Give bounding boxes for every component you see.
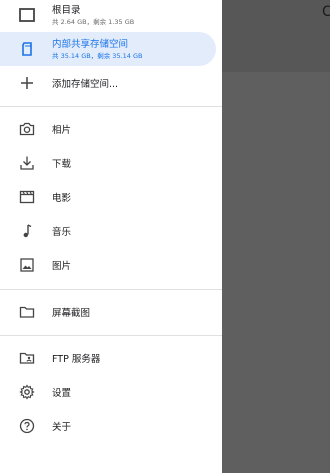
toolbar-behind-scrim (222, 0, 330, 72)
divider (0, 289, 222, 290)
nav-label: 电影 (52, 193, 72, 204)
gear-icon (18, 383, 36, 401)
nav-label: 设置 (52, 388, 72, 399)
storage-item-internal[interactable]: 内部共享存储空间 共 35.14 GB，剩余 35.14 GB (0, 32, 216, 66)
help-circle-icon (18, 417, 36, 435)
nav-item-screenshots[interactable]: 屏幕截图 (0, 295, 222, 329)
storage-usage: 共 2.64 GB，剩余 1.35 GB (52, 18, 135, 26)
nav-label: 屏幕截图 (52, 308, 91, 319)
storage-title: 根目录 (52, 5, 81, 16)
divider (0, 106, 222, 107)
nav-label: 图片 (52, 261, 72, 272)
music-note-icon (18, 222, 36, 240)
nav-label: 相片 (52, 125, 72, 136)
add-storage-button[interactable]: 添加存储空间... (0, 66, 222, 100)
storage-title: 内部共享存储空间 (52, 39, 129, 50)
shared-folder-icon (18, 349, 36, 367)
nav-item-movies[interactable]: 电影 (0, 180, 222, 214)
navigation-drawer: 根目录 共 2.64 GB，剩余 1.35 GB 内部共享存储空间 共 35.1… (0, 0, 222, 473)
nav-label: 音乐 (52, 227, 72, 238)
storage-item-root[interactable]: 根目录 共 2.64 GB，剩余 1.35 GB (0, 0, 216, 32)
plus-icon (18, 74, 36, 92)
folder-icon (18, 303, 36, 321)
image-icon (18, 256, 36, 274)
storage-usage: 共 35.14 GB，剩余 35.14 GB (52, 52, 143, 60)
nav-item-photos[interactable]: 相片 (0, 112, 222, 146)
sd-card-icon (18, 40, 36, 58)
toolbar-glyph: C (322, 4, 330, 20)
nav-item-pictures[interactable]: 图片 (0, 248, 222, 282)
divider (0, 335, 222, 336)
add-storage-label: 添加存储空间... (52, 79, 119, 90)
camera-icon (18, 120, 36, 138)
download-icon (18, 154, 36, 172)
movie-icon (18, 188, 36, 206)
nav-item-ftp-server[interactable]: FTP 服务器 (0, 341, 222, 375)
nav-item-downloads[interactable]: 下载 (0, 146, 222, 180)
nav-label: 关于 (52, 422, 72, 433)
nav-label: 下载 (52, 159, 72, 170)
nav-item-music[interactable]: 音乐 (0, 214, 222, 248)
nav-label: FTP 服务器 (52, 354, 101, 365)
tablet-icon (18, 6, 36, 24)
nav-item-settings[interactable]: 设置 (0, 375, 222, 409)
nav-item-about[interactable]: 关于 (0, 409, 222, 443)
